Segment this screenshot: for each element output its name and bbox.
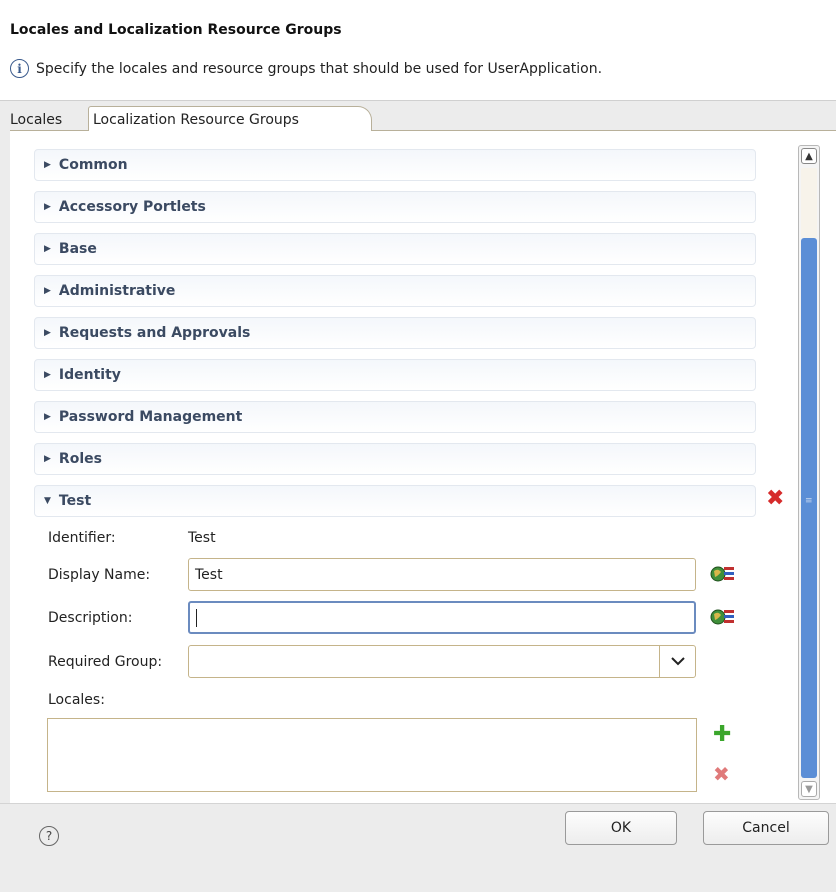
expand-arrow-icon: ▶ (44, 412, 51, 422)
dialog-footer: ? OK Cancel (0, 803, 836, 892)
identifier-label: Identifier: (48, 530, 116, 546)
remove-locale-icon[interactable]: ✖ (713, 764, 730, 784)
locales-label: Locales: (48, 692, 105, 708)
dialog-subtitle: i Specify the locales and resource group… (10, 59, 602, 78)
dialog-header: Locales and Localization Resource Groups… (0, 0, 836, 101)
group-label: Administrative (58, 283, 176, 299)
grip-icon: ≡ (805, 496, 813, 506)
group-header-identity[interactable]: ▶ Identity (34, 359, 756, 391)
window-border (0, 101, 10, 803)
group-label: Base (58, 241, 97, 257)
group-label: Common (58, 157, 128, 173)
group-label: Roles (58, 451, 102, 467)
expand-arrow-icon: ▶ (44, 160, 51, 170)
chevron-down-icon[interactable] (659, 646, 695, 677)
scroll-track[interactable] (801, 168, 817, 238)
expand-arrow-icon: ▶ (44, 202, 51, 212)
group-header-base[interactable]: ▶ Base (34, 233, 756, 265)
delete-group-icon[interactable]: ✖ (766, 488, 784, 510)
tab-bar: Locales Localization Resource Groups (10, 101, 836, 132)
help-icon[interactable]: ? (39, 826, 59, 846)
group-header-administrative[interactable]: ▶ Administrative (34, 275, 756, 307)
group-header-accessory-portlets[interactable]: ▶ Accessory Portlets (34, 191, 756, 223)
add-locale-icon[interactable]: ✚ (713, 724, 731, 746)
identifier-value: Test (188, 530, 216, 546)
display-name-input[interactable]: Test (188, 558, 696, 591)
expand-arrow-icon: ▶ (44, 370, 51, 380)
dialog-title: Locales and Localization Resource Groups (10, 22, 342, 38)
tab-localization-resource-groups[interactable]: Localization Resource Groups (88, 106, 372, 132)
group-header-password-management[interactable]: ▶ Password Management (34, 401, 756, 433)
tab-content: ▶ Common ▶ Accessory Portlets ▶ Base ▶ A… (10, 131, 836, 803)
ok-button[interactable]: OK (565, 811, 677, 845)
display-name-label: Display Name: (48, 567, 151, 583)
vertical-scrollbar[interactable]: ▲ ≡ ▼ (798, 145, 820, 800)
group-label: Requests and Approvals (58, 325, 251, 341)
collapse-arrow-icon: ▼ (44, 496, 51, 506)
display-name-value: Test (195, 566, 223, 583)
locales-list[interactable] (47, 718, 697, 792)
expand-arrow-icon: ▶ (44, 286, 51, 296)
translate-icon[interactable] (710, 563, 736, 585)
group-header-requests-and-approvals[interactable]: ▶ Requests and Approvals (34, 317, 756, 349)
tab-locales[interactable]: Locales (10, 107, 66, 132)
scroll-up-icon[interactable]: ▲ (801, 148, 817, 164)
cancel-button[interactable]: Cancel (703, 811, 829, 845)
group-label: Accessory Portlets (58, 199, 206, 215)
group-label: Test (58, 493, 92, 509)
group-header-roles[interactable]: ▶ Roles (34, 443, 756, 475)
description-label: Description: (48, 610, 133, 626)
group-list: ▶ Common ▶ Accessory Portlets ▶ Base ▶ A… (34, 149, 756, 527)
scroll-down-icon[interactable]: ▼ (801, 781, 817, 797)
scroll-thumb[interactable]: ≡ (801, 238, 817, 778)
expand-arrow-icon: ▶ (44, 328, 51, 338)
group-header-test[interactable]: ▼ Test (34, 485, 756, 517)
translate-icon[interactable] (710, 606, 736, 628)
required-group-label: Required Group: (48, 654, 163, 670)
description-input[interactable] (188, 601, 696, 634)
required-group-select[interactable] (188, 645, 696, 678)
expand-arrow-icon: ▶ (44, 244, 51, 254)
expand-arrow-icon: ▶ (44, 454, 51, 464)
text-cursor (196, 608, 197, 627)
group-header-common[interactable]: ▶ Common (34, 149, 756, 181)
info-icon: i (10, 59, 29, 78)
group-label: Identity (58, 367, 121, 383)
group-label: Password Management (58, 409, 243, 425)
dialog-subtitle-text: Specify the locales and resource groups … (36, 60, 603, 77)
